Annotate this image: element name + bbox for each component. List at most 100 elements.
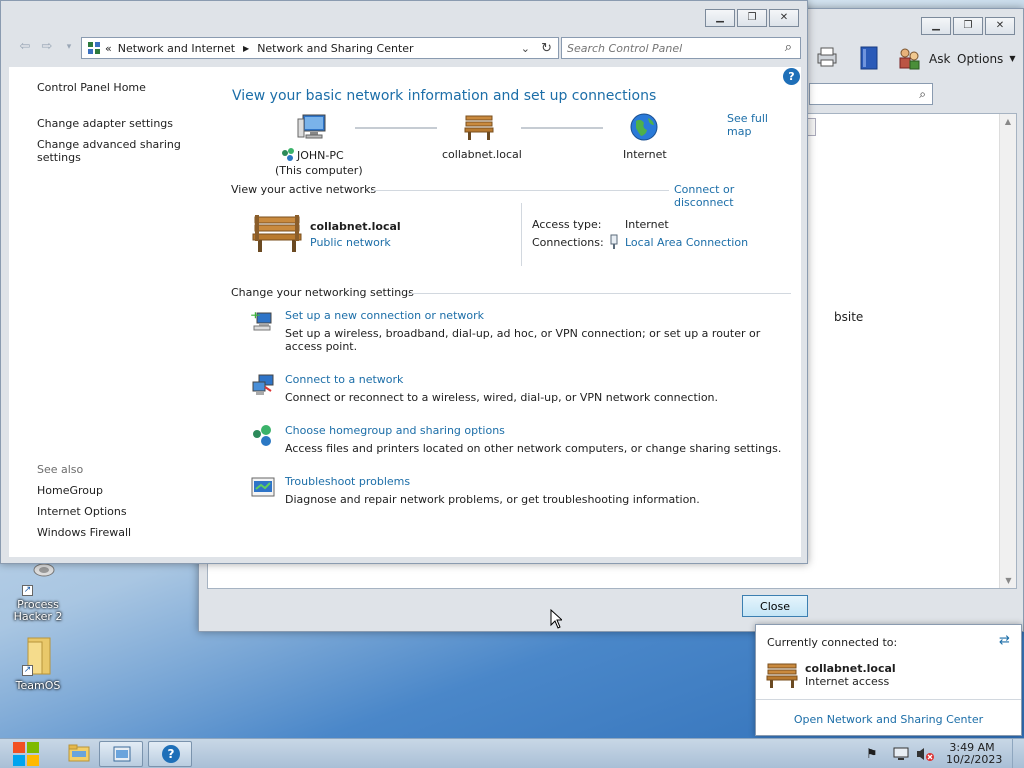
computer-sublabel: (This computer) xyxy=(275,164,363,177)
maximize-button[interactable]: ❐ xyxy=(953,17,983,35)
clock[interactable]: 3:49 AM 10/2/2023 xyxy=(946,742,1003,766)
taskbar-help-button[interactable]: ? xyxy=(148,741,192,767)
open-sharing-center-link[interactable]: Open Network and Sharing Center xyxy=(756,713,1021,726)
search-icon[interactable]: ⌕ xyxy=(919,87,926,102)
close-window-button[interactable]: ✕ xyxy=(769,9,799,27)
task-description: Connect or reconnect to a wireless, wire… xyxy=(285,391,719,404)
local-area-connection-link[interactable]: Local Area Connection xyxy=(625,236,748,249)
task-description: Set up a wireless, broadband, dial-up, a… xyxy=(285,327,761,353)
divider xyxy=(521,203,522,266)
see-full-map-link[interactable]: See full map xyxy=(727,112,791,138)
breadcrumb-network-internet[interactable]: Network and Internet xyxy=(118,42,235,55)
minimize-button[interactable]: ▁ xyxy=(921,17,951,35)
connect-or-disconnect-link[interactable]: Connect or disconnect xyxy=(674,183,791,209)
taskbar: ? ⚑ 3:49 AM 10/2/2023 xyxy=(0,738,1024,768)
internet-options-link[interactable]: Internet Options xyxy=(37,505,127,518)
bench-icon xyxy=(765,661,799,689)
task-title-link[interactable]: Troubleshoot problems xyxy=(285,475,410,488)
ask-icon[interactable] xyxy=(897,46,921,70)
file-explorer-icon[interactable] xyxy=(68,743,90,763)
chevron-down-icon: ▼ xyxy=(1009,54,1016,63)
control-panel-icon xyxy=(87,41,101,55)
printer-icon[interactable] xyxy=(815,45,839,69)
see-also-title: See also xyxy=(37,463,84,476)
vertical-scrollbar[interactable]: ▲ ▼ xyxy=(999,114,1016,588)
address-bar[interactable]: « Network and Internet ▶ Network and Sha… xyxy=(81,37,559,59)
map-connector-line xyxy=(521,127,603,129)
search-icon[interactable]: ⌕ xyxy=(785,40,792,55)
homegroup-link[interactable]: HomeGroup xyxy=(37,484,103,497)
maximize-button[interactable]: ❐ xyxy=(737,9,767,27)
options-menu[interactable]: Options ▼ xyxy=(957,52,1015,66)
desktop-icon-label: TeamOS xyxy=(15,679,61,692)
start-button[interactable] xyxy=(10,739,42,768)
task-description: Diagnose and repair network problems, or… xyxy=(285,493,700,506)
breadcrumb-separator-icon[interactable]: ▶ xyxy=(243,44,249,53)
desktop-icon-teamos[interactable]: ↗ TeamOS xyxy=(8,636,68,692)
network-category-link[interactable]: Public network xyxy=(310,236,391,249)
action-center-flag-icon[interactable]: ⚑ xyxy=(866,747,878,762)
connect-network-icon xyxy=(251,373,275,397)
window-controls: ▁ ❐ ✕ xyxy=(921,17,1015,35)
minimize-button[interactable]: ▁ xyxy=(705,9,735,27)
flyout-network-status: Internet access xyxy=(805,675,890,688)
windows-firewall-link[interactable]: Windows Firewall xyxy=(37,526,131,539)
page-title: View your basic network information and … xyxy=(232,88,657,104)
back-search-input[interactable]: ⌕ xyxy=(809,83,933,105)
help-icon: ? xyxy=(162,745,180,763)
book-icon[interactable] xyxy=(858,45,880,71)
bench-icon xyxy=(251,213,303,253)
divider xyxy=(407,293,791,294)
volume-muted-icon[interactable] xyxy=(915,746,935,762)
back-partial-text: bsite xyxy=(834,310,864,324)
change-advanced-sharing-link[interactable]: Change advanced sharing settings xyxy=(37,138,187,164)
map-connector-line xyxy=(355,127,437,129)
breadcrumb-sharing-center[interactable]: Network and Sharing Center xyxy=(257,42,413,55)
divider xyxy=(756,699,1021,700)
ethernet-icon xyxy=(609,234,619,250)
folder-icon: ↗ xyxy=(20,636,56,676)
scroll-down-icon[interactable]: ▼ xyxy=(1000,576,1017,585)
ask-button[interactable]: Ask xyxy=(929,52,950,66)
task-description: Access files and printers located on oth… xyxy=(285,442,782,455)
forward-arrow-icon[interactable]: ⇨ xyxy=(39,40,55,54)
options-label: Options xyxy=(957,52,1004,66)
access-type-label: Access type: xyxy=(532,218,602,231)
desktop-icon-label: Process Hacker 2 xyxy=(13,598,63,623)
network-sharing-center-window: ▁ ❐ ✕ ⇦ ⇨ ▾ « Network and Internet ▶ Net… xyxy=(0,0,808,564)
clock-date: 10/2/2023 xyxy=(946,753,1003,766)
refresh-icon[interactable]: ↻ xyxy=(541,41,552,56)
control-panel-home-link[interactable]: Control Panel Home xyxy=(37,81,146,94)
task-title-link[interactable]: Choose homegroup and sharing options xyxy=(285,424,505,437)
help-icon[interactable]: ? xyxy=(783,68,800,85)
computer-node: JOHN-PC xyxy=(281,148,344,162)
change-adapter-settings-link[interactable]: Change adapter settings xyxy=(37,117,173,130)
network-tray-icon[interactable] xyxy=(892,746,910,762)
flyout-network-name: collabnet.local xyxy=(805,662,896,675)
network-flyout: Currently connected to: ⇄ collabnet.loca… xyxy=(755,624,1022,736)
scroll-up-icon[interactable]: ▲ xyxy=(1000,117,1016,126)
bench-icon xyxy=(463,113,495,141)
mouse-cursor-icon xyxy=(550,608,564,629)
breadcrumb-overflow-icon[interactable]: « xyxy=(105,42,112,55)
show-desktop-button[interactable] xyxy=(1012,739,1024,768)
task-title-link[interactable]: Connect to a network xyxy=(285,373,403,386)
recent-pages-icon[interactable]: ▾ xyxy=(61,40,77,54)
refresh-icon[interactable]: ⇄ xyxy=(999,633,1010,648)
computer-name: JOHN-PC xyxy=(297,148,344,162)
network-node-label: collabnet.local xyxy=(442,148,522,161)
connections-label: Connections: xyxy=(532,236,604,249)
search-input[interactable] xyxy=(562,38,762,58)
content-area: Control Panel Home Change adapter settin… xyxy=(9,67,801,557)
task-sidebar: Control Panel Home Change adapter settin… xyxy=(9,67,219,557)
back-arrow-icon[interactable]: ⇦ xyxy=(17,40,33,54)
change-settings-title: Change your networking settings xyxy=(231,286,414,299)
address-dropdown-icon[interactable]: ⌄ xyxy=(521,42,530,55)
search-box: ⌕ xyxy=(561,37,801,59)
close-window-button[interactable]: ✕ xyxy=(985,17,1015,35)
task-title-link[interactable]: Set up a new connection or network xyxy=(285,309,484,322)
desktop-icon-process-hacker[interactable]: ↗ Process Hacker 2 xyxy=(8,556,68,623)
taskbar-control-panel-button[interactable] xyxy=(99,741,143,767)
globe-icon xyxy=(629,112,659,142)
close-button[interactable]: Close xyxy=(742,595,808,617)
